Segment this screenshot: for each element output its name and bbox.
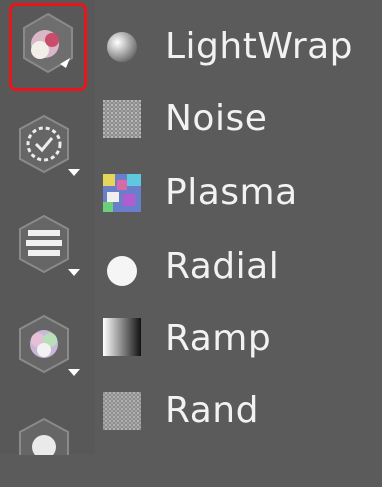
toolbar [0,0,95,455]
rand-icon [103,392,141,430]
menu-item-noise[interactable]: Noise [95,88,382,168]
gear-tool-button[interactable] [14,415,80,487]
menu-item-lightwrap[interactable]: LightWrap [95,8,382,88]
gear-icon [19,417,69,455]
menu-item-ramp[interactable]: Ramp [95,318,382,398]
menu-item-label: Ramp [165,318,272,359]
dropdown-arrow-icon [68,269,80,276]
menu-item-radial[interactable]: Radial [95,240,382,320]
menu-item-label: Rand [165,390,259,431]
stack-tool-button[interactable] [14,212,80,284]
radial-icon [107,256,137,286]
menu-item-label: Noise [165,98,268,139]
plasma-icon [103,174,141,212]
lightwrap-tool-icon [23,12,73,74]
color-tool-button[interactable] [14,312,80,384]
clock-tool-button[interactable] [14,112,80,184]
noise-icon [103,100,141,138]
lightwrap-tool-button[interactable] [9,3,87,91]
ramp-icon [103,318,141,356]
node-menu: LightWrap Noise Plasma Radial Ramp Rand [95,0,382,454]
menu-item-plasma[interactable]: Plasma [95,162,382,242]
dropdown-arrow-icon [68,169,80,176]
menu-item-label: Plasma [165,172,298,213]
menu-item-label: LightWrap [165,26,354,67]
dropdown-arrow-icon [68,369,80,376]
menu-item-rand[interactable]: Rand [95,390,382,470]
sphere-icon [107,32,137,62]
menu-item-label: Radial [165,246,280,287]
